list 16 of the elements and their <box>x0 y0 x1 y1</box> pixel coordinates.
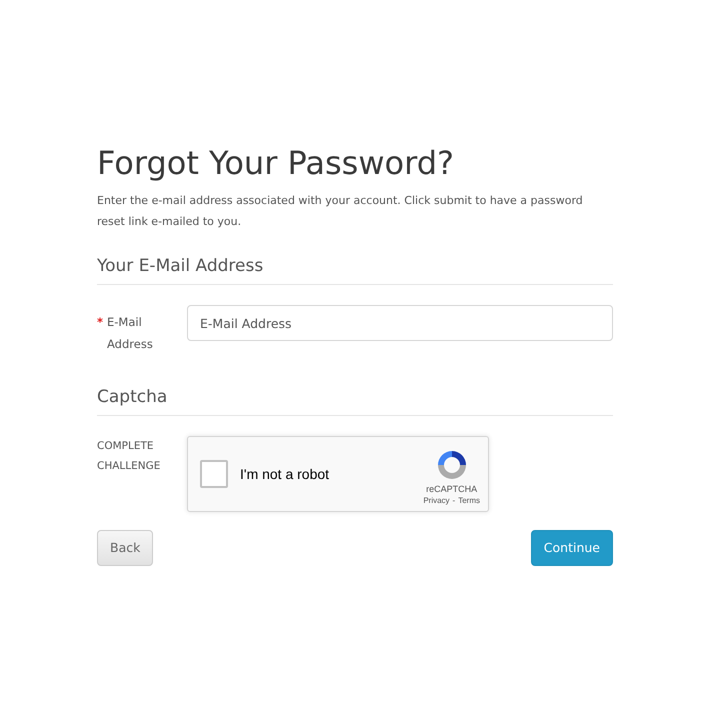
email-field[interactable]: E-Mail Address <box>187 305 613 341</box>
required-mark: * <box>97 314 104 331</box>
recaptcha-brand: reCAPTCHA <box>426 482 478 494</box>
section-heading: Captcha <box>97 385 613 416</box>
section-heading: Your E-Mail Address <box>97 254 613 285</box>
field-label: COMPLETE CHALLENGE <box>97 439 162 474</box>
link-separator: - <box>452 494 456 506</box>
recaptcha-logo-icon <box>436 448 468 480</box>
intro-text: Enter the e-mail address associated with your account. Click submit to have a password reset link e-mailed to you. <box>97 193 584 230</box>
page-title: Forgot Your Password? <box>97 143 455 183</box>
captcha-checkbox[interactable] <box>200 460 228 488</box>
checkbox-label: I'm not a robot <box>240 464 330 484</box>
terms-link[interactable]: Terms <box>458 494 480 506</box>
field-label: E-Mail Address <box>107 314 154 353</box>
back-button[interactable]: Back <box>97 530 154 566</box>
privacy-link[interactable]: Privacy <box>423 494 450 506</box>
